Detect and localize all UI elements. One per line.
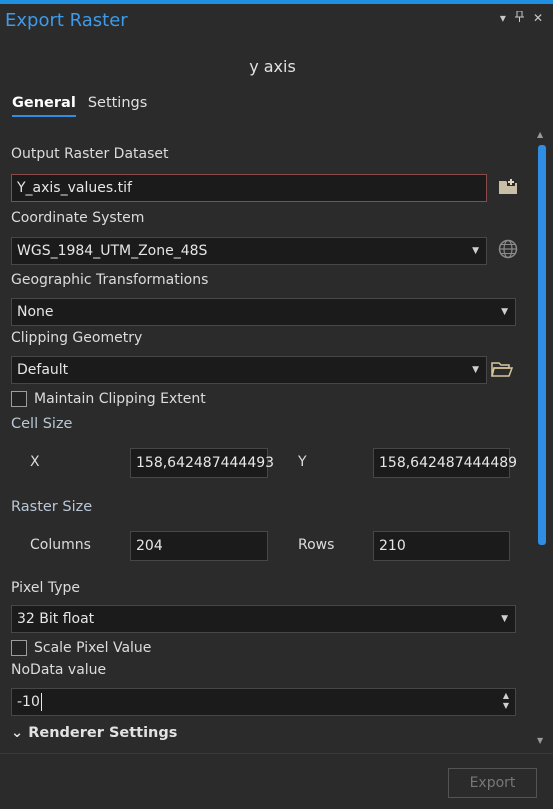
clipping-geometry-label: Clipping Geometry xyxy=(11,330,143,346)
nodata-input[interactable]: -10 ▲ ▼ xyxy=(11,688,516,716)
output-raster-input[interactable]: Y_axis_values.tif xyxy=(11,174,487,202)
cell-size-heading: Cell Size xyxy=(11,416,73,432)
browse-folder-icon[interactable] xyxy=(497,175,519,197)
tool-subtitle: y axis xyxy=(249,57,296,76)
output-raster-value: Y_axis_values.tif xyxy=(17,180,132,196)
rows-value: 210 xyxy=(379,538,406,554)
clipping-geometry-dropdown[interactable]: Default ▼ xyxy=(11,356,487,384)
clipping-geometry-value: Default xyxy=(17,362,69,378)
columns-input[interactable]: 204 xyxy=(130,531,268,561)
chevron-down-icon[interactable]: ▾ xyxy=(500,11,506,25)
tab-general[interactable]: General xyxy=(12,95,76,117)
cell-size-x-input[interactable]: 158,642487444493 xyxy=(130,448,274,478)
scrollbar-thumb[interactable] xyxy=(538,145,546,545)
scale-pixel-value-checkbox[interactable] xyxy=(11,640,27,656)
chevron-down-icon: ▼ xyxy=(472,365,479,375)
geographic-transformations-label: Geographic Transformations xyxy=(11,272,209,288)
renderer-settings-label: Renderer Settings xyxy=(28,725,178,741)
text-cursor xyxy=(40,693,42,711)
export-button[interactable]: Export xyxy=(448,768,537,798)
spin-up-icon[interactable]: ▲ xyxy=(503,691,509,701)
columns-label: Columns xyxy=(30,537,91,553)
renderer-settings-expander[interactable]: ⌄ Renderer Settings xyxy=(11,725,177,741)
nodata-value: -10 xyxy=(17,694,40,710)
cell-size-y-input[interactable]: 158,642487444489 xyxy=(373,448,517,478)
coordinate-system-value: WGS_1984_UTM_Zone_48S xyxy=(17,243,208,259)
maintain-clipping-extent-checkbox[interactable] xyxy=(11,391,27,407)
open-folder-icon[interactable] xyxy=(491,358,513,380)
chevron-down-icon: ▼ xyxy=(472,246,479,256)
scroll-up-icon[interactable]: ▲ xyxy=(537,130,543,139)
rows-input[interactable]: 210 xyxy=(373,531,510,561)
chevron-expand-icon: ⌄ xyxy=(11,725,24,741)
nodata-spinner[interactable]: ▲ ▼ xyxy=(503,691,509,711)
maintain-clipping-extent-label: Maintain Clipping Extent xyxy=(34,391,206,407)
pixel-type-value: 32 Bit float xyxy=(17,611,95,627)
pane-title: Export Raster xyxy=(5,10,128,31)
rows-label: Rows xyxy=(298,537,335,553)
cell-size-x-label: X xyxy=(30,454,40,470)
nodata-label: NoData value xyxy=(11,662,107,678)
cell-size-x-value: 158,642487444493 xyxy=(136,455,275,471)
pane-controls: ▾ ✕ xyxy=(500,10,543,25)
tab-strip: General Settings xyxy=(12,95,147,117)
coordinate-system-label: Coordinate System xyxy=(11,210,145,226)
chevron-down-icon: ▼ xyxy=(501,307,508,317)
pin-icon[interactable] xyxy=(514,10,524,25)
close-icon[interactable]: ✕ xyxy=(533,11,543,25)
tab-settings[interactable]: Settings xyxy=(88,95,147,117)
raster-size-heading: Raster Size xyxy=(11,499,93,515)
cell-size-y-value: 158,642487444489 xyxy=(379,455,518,471)
footer-divider xyxy=(0,753,553,754)
geographic-transformations-dropdown[interactable]: None ▼ xyxy=(11,298,516,326)
pane-titlebar: Export Raster ▾ ✕ xyxy=(0,4,553,40)
scroll-down-icon[interactable]: ▼ xyxy=(537,736,543,745)
pixel-type-dropdown[interactable]: 32 Bit float ▼ xyxy=(11,605,516,633)
coordinate-system-dropdown[interactable]: WGS_1984_UTM_Zone_48S ▼ xyxy=(11,237,487,265)
chevron-down-icon: ▼ xyxy=(501,614,508,624)
pixel-type-label: Pixel Type xyxy=(11,580,80,596)
output-raster-label: Output Raster Dataset xyxy=(11,146,169,162)
globe-icon[interactable] xyxy=(497,238,519,260)
vertical-scrollbar[interactable]: ▲ ▼ xyxy=(535,130,549,745)
geographic-transformations-value: None xyxy=(17,304,54,320)
cell-size-y-label: Y xyxy=(298,454,307,470)
columns-value: 204 xyxy=(136,538,163,554)
spin-down-icon[interactable]: ▼ xyxy=(503,701,509,711)
scale-pixel-value-label: Scale Pixel Value xyxy=(34,640,152,656)
